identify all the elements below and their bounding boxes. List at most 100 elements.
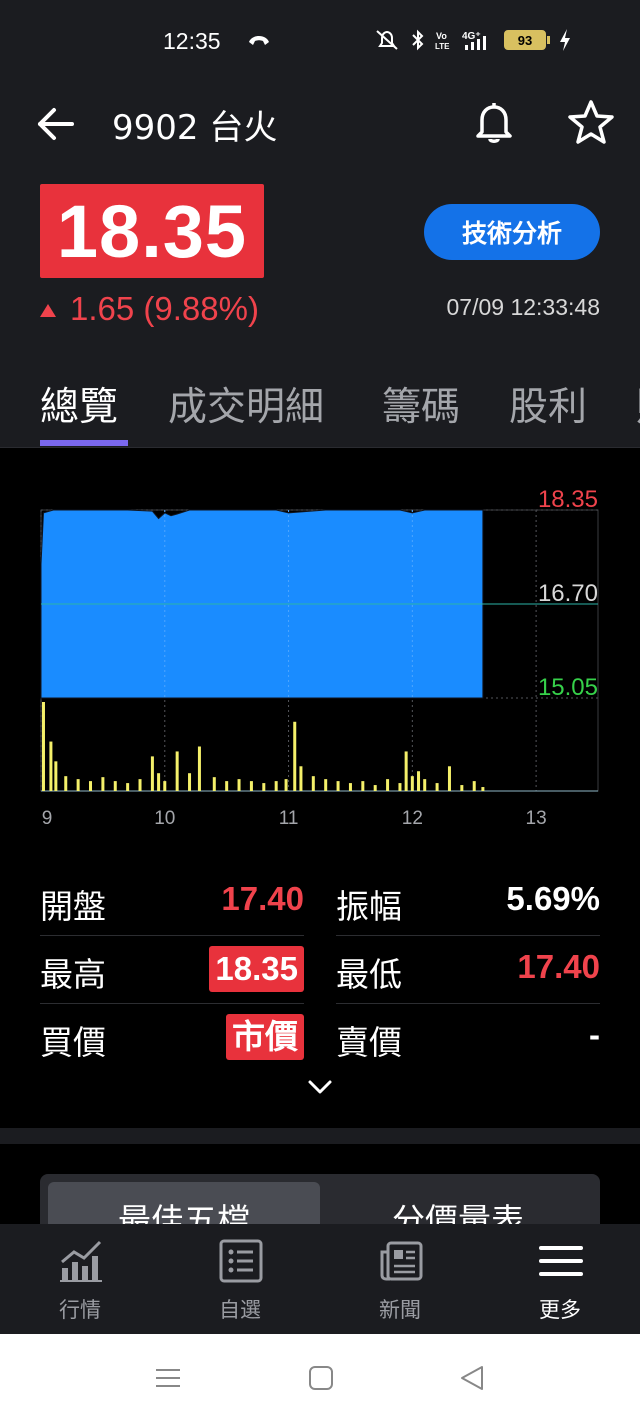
volume-bar — [163, 781, 167, 791]
chevron-down-icon[interactable] — [300, 1072, 340, 1102]
volume-bar — [311, 776, 315, 791]
volume-bar — [435, 783, 439, 791]
up-triangle-icon — [40, 303, 56, 317]
volume-bar — [410, 776, 414, 791]
volume-bar — [472, 781, 476, 791]
mute-icon — [376, 30, 398, 50]
volume-bar — [76, 779, 80, 791]
home-icon[interactable] — [308, 1364, 334, 1392]
list-icon — [219, 1239, 263, 1283]
back-arrow-icon[interactable] — [34, 104, 78, 144]
volume-bar — [212, 777, 216, 791]
y-axis-label: 15.05 — [538, 674, 598, 701]
menu-icon — [539, 1246, 583, 1276]
volume-bar — [41, 702, 45, 791]
svg-text:Vo: Vo — [436, 31, 447, 41]
bid-value: 市價 — [226, 1014, 304, 1060]
bottom-nav: 行情 自選 新聞 更多 — [0, 1224, 640, 1334]
volume-bar — [197, 746, 201, 791]
amplitude-value: 5.69% — [506, 880, 600, 917]
x-axis-label: 10 — [154, 808, 175, 829]
stat-amplitude: 振幅 5.69% — [336, 868, 600, 936]
volume-bar — [225, 781, 229, 791]
back-triangle-icon[interactable] — [458, 1364, 486, 1392]
intraday-chart[interactable]: 18.35 16.70 15.05 9 10 11 12 13 — [0, 448, 640, 840]
open-label: 開盤 — [40, 887, 106, 926]
volume-bar — [249, 781, 253, 791]
battery-icon: 93 — [504, 30, 550, 50]
volte-icon: Vo LTE — [435, 31, 450, 51]
x-axis-label: 12 — [402, 808, 423, 829]
price-change-value: 1.65 (9.88%) — [70, 290, 259, 327]
call-icon — [249, 36, 269, 45]
section-divider — [0, 1128, 640, 1144]
nav-watchlist[interactable]: 自選 — [160, 1224, 320, 1334]
tab-bar: 總覽 成交明細 籌碼 股利 財 — [0, 348, 640, 448]
nav-more-label: 更多 — [539, 1298, 581, 1322]
quote-panel: 18.35 1.65 (9.88%) 技術分析 07/09 12:33:48 — [0, 170, 640, 348]
stat-high: 最高 18.35 — [40, 936, 304, 1004]
news-icon — [380, 1241, 423, 1281]
order-book-segmented-control: 最佳五檔 分價量表 — [40, 1174, 600, 1224]
status-icons: Vo LTE 4G⁺ 93 — [372, 28, 572, 52]
tab-chips[interactable]: 籌碼 — [382, 376, 460, 432]
quote-timestamp: 07/09 12:33:48 — [446, 294, 600, 320]
volume-bar — [481, 787, 485, 791]
nav-news[interactable]: 新聞 — [320, 1224, 480, 1334]
x-axis-label: 9 — [42, 808, 53, 829]
volume-bar — [417, 771, 421, 791]
volume-bar — [336, 781, 340, 791]
y-axis-label: 16.70 — [538, 580, 598, 607]
bell-icon[interactable] — [470, 98, 518, 146]
x-axis-label: 13 — [526, 808, 547, 829]
svg-text:LTE: LTE — [435, 42, 450, 51]
stat-bid: 買價 市價 — [40, 1004, 304, 1072]
low-label: 最低 — [336, 955, 402, 994]
volume-bar — [293, 721, 297, 791]
stats-panel: 開盤 17.40 振幅 5.69% 最高 18.35 最低 17.40 買價 市… — [0, 840, 640, 1128]
app-header: 9902 台火 — [0, 84, 640, 170]
nav-more[interactable]: 更多 — [480, 1224, 640, 1334]
stat-low: 最低 17.40 — [336, 936, 600, 1004]
tab-best-five[interactable]: 最佳五檔 — [48, 1182, 320, 1224]
volume-bar — [175, 751, 179, 791]
volume-bar — [324, 779, 328, 791]
high-value: 18.35 — [209, 946, 304, 992]
open-value: 17.40 — [221, 880, 304, 917]
tab-overview[interactable]: 總覽 — [40, 376, 118, 432]
volume-bar — [113, 781, 117, 791]
nav-news-label: 新聞 — [379, 1298, 421, 1322]
stat-ask: 賣價 - — [336, 1004, 600, 1072]
volume-bar — [447, 766, 451, 791]
tab-price-volume[interactable]: 分價量表 — [322, 1182, 594, 1224]
current-price: 18.35 — [56, 189, 248, 273]
volume-bar — [460, 785, 464, 791]
volume-bar — [138, 779, 142, 791]
stat-open: 開盤 17.40 — [40, 868, 304, 936]
technical-analysis-button[interactable]: 技術分析 — [424, 204, 600, 260]
x-axis-label: 11 — [279, 808, 299, 829]
volume-bar — [101, 777, 105, 791]
star-icon[interactable] — [566, 98, 616, 148]
volume-bar — [150, 756, 154, 791]
tab-dividends[interactable]: 股利 — [509, 376, 587, 432]
recent-apps-icon[interactable] — [154, 1364, 182, 1392]
tab-financials[interactable]: 財 — [636, 376, 640, 432]
volume-bar — [54, 761, 58, 791]
volume-bar — [299, 766, 303, 791]
volume-bar — [64, 776, 68, 791]
tab-trade-details[interactable]: 成交明細 — [168, 376, 324, 432]
nav-quotes[interactable]: 行情 — [0, 1224, 160, 1334]
volume-bar — [274, 781, 278, 791]
volume-bar — [423, 779, 427, 791]
bluetooth-icon — [412, 29, 424, 51]
intraday-chart-svg: 18.35 16.70 15.05 9 10 11 12 13 — [40, 486, 599, 829]
status-time: 12:35 — [163, 28, 221, 54]
active-tab-indicator — [40, 440, 128, 446]
ask-label: 賣價 — [336, 1023, 402, 1062]
volume-bar — [386, 779, 390, 791]
volume-bar — [284, 779, 288, 791]
chart-icon — [60, 1240, 102, 1282]
ask-value: - — [589, 1016, 600, 1053]
stock-title: 9902 台火 — [112, 108, 278, 148]
